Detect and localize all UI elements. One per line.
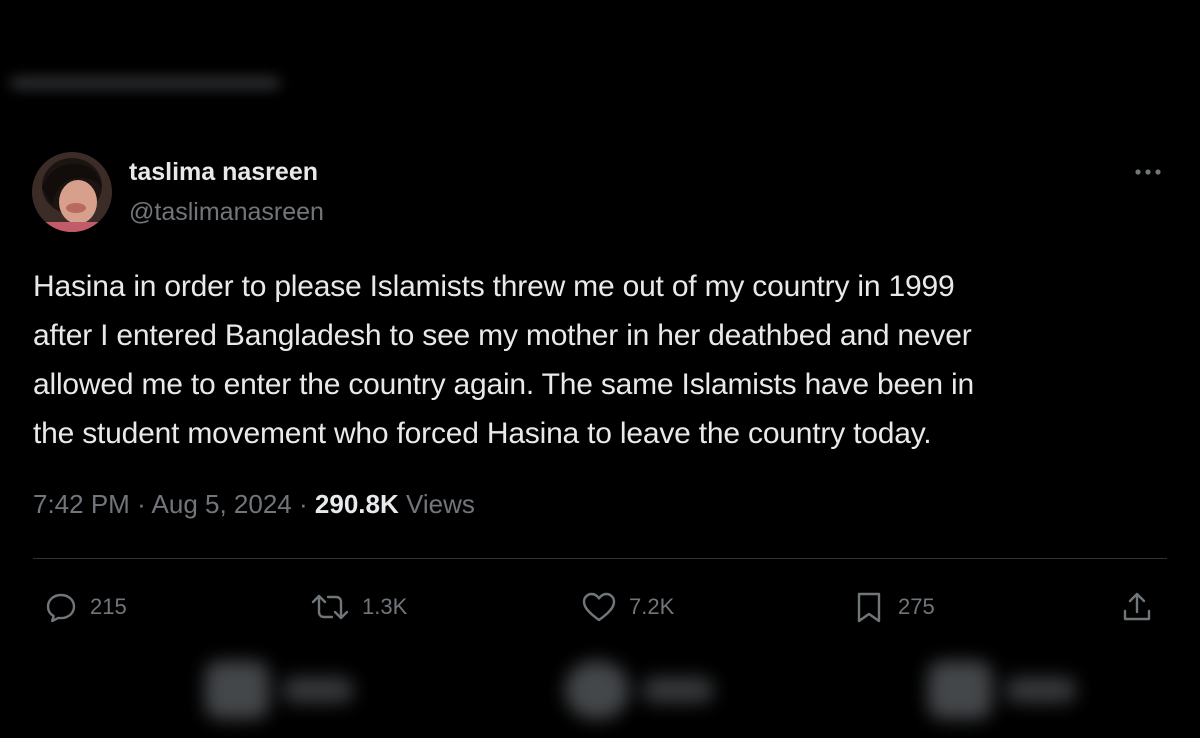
avatar-image xyxy=(32,152,112,232)
bookmark-button[interactable]: 275 xyxy=(852,590,935,624)
tweet-meta: 7:42 PM · Aug 5, 2024 · 290.8K Views xyxy=(33,489,475,520)
views-count: 290.8K xyxy=(314,489,399,519)
author-display-name[interactable]: taslima nasreen xyxy=(129,158,318,187)
bookmark-icon xyxy=(852,590,886,624)
divider xyxy=(33,558,1167,559)
views-label: Views xyxy=(405,489,475,519)
like-button[interactable]: 7.2K xyxy=(581,590,674,624)
meta-separator: · xyxy=(137,489,146,519)
heart-icon xyxy=(581,590,617,624)
share-button[interactable] xyxy=(1120,590,1154,624)
retweet-button[interactable]: 1.3K xyxy=(310,590,407,624)
like-count: 7.2K xyxy=(629,594,675,619)
more-options-icon[interactable] xyxy=(1130,160,1166,184)
tweet-text: Hasina in order to please Islamists thre… xyxy=(33,270,974,450)
blurred-bookmark-action xyxy=(928,655,1076,725)
retweet-count: 1.3K xyxy=(362,594,408,619)
tweet-date[interactable]: Aug 5, 2024 xyxy=(152,489,292,519)
share-icon xyxy=(1120,590,1154,624)
meta-separator: · xyxy=(299,489,308,519)
reply-button[interactable]: 215 xyxy=(44,590,127,624)
blurred-like-action xyxy=(565,655,713,725)
avatar[interactable] xyxy=(32,152,112,232)
bookmark-count: 275 xyxy=(898,594,935,619)
author-handle[interactable]: @taslimanasreen xyxy=(129,198,324,227)
tweet-time[interactable]: 7:42 PM xyxy=(33,489,130,519)
reply-count: 215 xyxy=(90,594,127,619)
retweet-icon xyxy=(310,590,350,624)
reply-icon xyxy=(44,590,78,624)
blurred-header-text xyxy=(0,70,290,96)
blurred-retweet-action xyxy=(205,655,353,725)
